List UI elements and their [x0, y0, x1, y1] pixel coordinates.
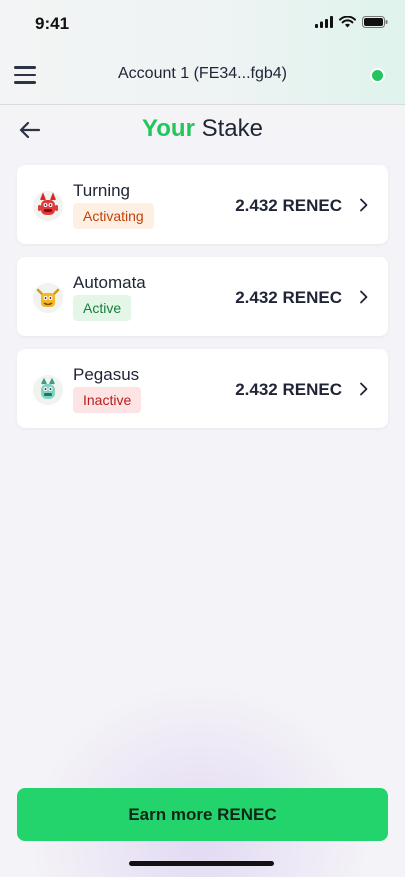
status-time: 9:41	[35, 14, 70, 33]
connection-status-dot	[372, 70, 383, 81]
account-selector[interactable]: Account 1 (FE34...fgb4)	[0, 65, 405, 83]
stake-amount: 2.432 RENEC	[235, 380, 342, 399]
status-badge: Inactive	[73, 387, 142, 413]
battery-icon	[362, 16, 388, 28]
wifi-icon	[339, 16, 356, 28]
stake-card-automata[interactable]: Automata Active 2.432 RENEC	[17, 257, 388, 336]
home-indicator[interactable]	[129, 861, 274, 866]
stake-card-turning[interactable]: Turning Activating 2.432 RENEC	[17, 165, 388, 244]
stake-name: Turning	[73, 181, 131, 200]
app-header: Account 1 (FE34...fgb4)	[0, 50, 405, 105]
stake-card-pegasus[interactable]: Pegasus Inactive 2.432 RENEC	[17, 349, 388, 428]
earn-more-button[interactable]: Earn more RENEC	[17, 788, 388, 841]
teal-monster-icon	[33, 375, 63, 405]
page-title-rest: Stake	[201, 115, 263, 142]
red-monster-icon	[33, 191, 63, 221]
stake-amount: 2.432 RENEC	[235, 196, 342, 215]
stake-name: Pegasus	[73, 365, 140, 384]
chevron-right-icon	[360, 290, 368, 304]
chevron-right-icon	[360, 382, 368, 396]
stake-amount: 2.432 RENEC	[235, 288, 342, 307]
chevron-right-icon	[360, 198, 368, 212]
page-title-accent: Your	[142, 115, 195, 142]
status-badge: Active	[73, 295, 132, 321]
stake-list: Turning Activating 2.432 RENEC Automata …	[17, 165, 388, 441]
yellow-monster-icon	[33, 283, 63, 313]
status-bar: 9:41	[0, 0, 405, 48]
stake-name: Automata	[73, 273, 146, 292]
status-icons	[315, 16, 388, 28]
page-title: Your Stake	[0, 115, 405, 143]
title-row: Your Stake	[0, 110, 405, 150]
signal-icon	[315, 16, 333, 28]
status-badge: Activating	[73, 203, 154, 229]
